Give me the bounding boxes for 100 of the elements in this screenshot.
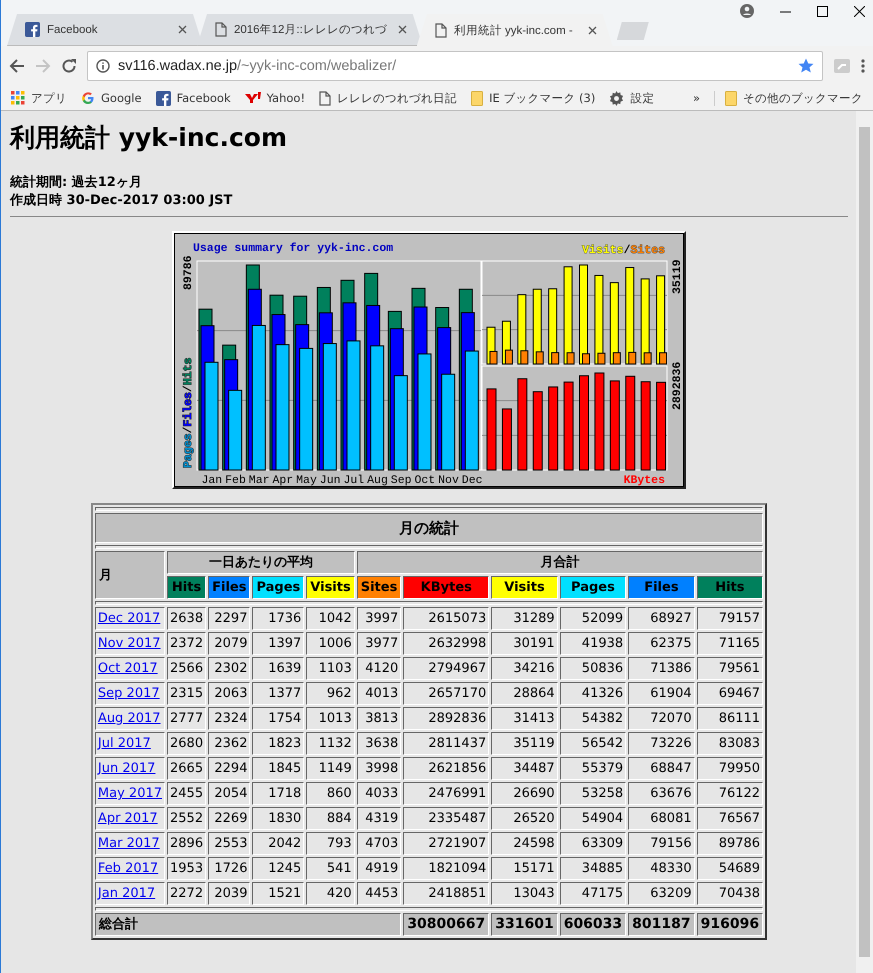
month-label: Feb	[225, 474, 246, 486]
facebook-icon	[25, 22, 40, 37]
total-cell: 801187	[628, 913, 695, 936]
period-text: 統計期間: 過去12ヶ月	[10, 174, 143, 192]
table-cell: 2615073	[403, 607, 490, 630]
yahoo-y-icon	[244, 92, 261, 104]
table-cell: 2657170	[403, 682, 490, 705]
maximize-icon[interactable]	[817, 6, 828, 16]
table-cell: 61904	[628, 682, 695, 705]
table-cell: 884	[306, 807, 355, 830]
bookmark-link[interactable]: 設定	[609, 90, 654, 106]
bookmark-link[interactable]: Google	[81, 91, 142, 105]
browser-tab[interactable]: 利用統計 yyk-inc.com -	[416, 14, 613, 46]
scrollbar-thumb[interactable]	[859, 127, 870, 957]
table-cell: 35119	[491, 732, 558, 755]
bookmark-link[interactable]: Yahoo!	[244, 91, 306, 105]
table-cell: 3998	[356, 757, 402, 780]
table-cell: 2418851	[403, 882, 490, 905]
month-link[interactable]: Aug 2017	[98, 711, 161, 726]
table-cell: 79156	[628, 832, 695, 855]
table-cell: 1397	[252, 632, 304, 655]
table-cell: 68927	[628, 607, 695, 630]
profile-icon[interactable]	[740, 4, 754, 18]
table-cell: 1823	[252, 732, 304, 755]
month-label: Jan	[201, 474, 222, 486]
month-link[interactable]: Jan 2017	[98, 886, 156, 901]
bookmark-link[interactable]: Facebook	[156, 90, 231, 106]
table-cell: 34216	[491, 657, 558, 680]
back-icon[interactable]	[9, 58, 25, 74]
table-cell: 1377	[252, 682, 304, 705]
month-label: Sep	[390, 474, 412, 486]
table-cell: 4013	[356, 682, 402, 705]
month-label: Mar	[248, 474, 270, 486]
address-bar[interactable]: sv116.wadax.ne.jp/~yyk-inc-com/webalizer/	[87, 51, 823, 81]
table-cell: 2063	[208, 682, 250, 705]
bookmark-link[interactable]: IE ブックマーク (3)	[471, 90, 596, 106]
table-cell: 68847	[628, 757, 695, 780]
table-cell: 63676	[628, 782, 695, 805]
close-icon[interactable]	[854, 6, 865, 16]
table-cell: 26690	[491, 782, 558, 805]
month-label: Jun	[320, 474, 341, 486]
table-cell: 54904	[560, 807, 626, 830]
table-cell: 2553	[208, 832, 250, 855]
table-cell: 13043	[491, 882, 558, 905]
table-cell: 3813	[356, 707, 402, 730]
total-cell: 331601	[491, 913, 558, 936]
table-cell: 2315	[167, 682, 206, 705]
table-cell: 4120	[356, 657, 402, 680]
settings-icon	[609, 90, 624, 106]
month-link[interactable]: Nov 2017	[98, 636, 161, 651]
table-title: 月の統計	[94, 513, 764, 543]
month-link[interactable]: May 2017	[98, 786, 162, 801]
table-cell: 63209	[628, 882, 695, 905]
table-cell: 79157	[696, 607, 764, 630]
url-text: sv116.wadax.ne.jp/~yyk-inc-com/webalizer/	[118, 58, 398, 74]
month-link[interactable]: Feb 2017	[98, 861, 158, 876]
reload-icon[interactable]	[61, 58, 77, 74]
folder-icon	[471, 90, 484, 106]
column-header: Pages	[252, 576, 304, 599]
close-icon[interactable]	[588, 26, 597, 34]
table-cell: 62375	[628, 632, 695, 655]
table-cell: 2302	[208, 657, 250, 680]
table-cell: 73226	[628, 732, 695, 755]
month-link[interactable]: Jul 2017	[98, 736, 151, 751]
bookmark-link[interactable]: その他のブックマーク	[714, 90, 863, 106]
bookmark-link[interactable]: アプリ	[11, 90, 67, 106]
scrollbar[interactable]	[856, 111, 873, 973]
folder-icon	[725, 90, 737, 106]
table-cell: 1830	[252, 807, 304, 830]
table-cell: 4319	[356, 807, 402, 830]
table-cell: 1132	[306, 732, 355, 755]
column-header: 一日あたりの平均	[167, 551, 355, 574]
table-cell: 2896	[167, 832, 206, 855]
month-link[interactable]: Apr 2017	[98, 811, 158, 826]
table-cell: 56542	[560, 732, 626, 755]
column-header: Sites	[356, 576, 402, 599]
page-icon	[434, 22, 447, 38]
table-cell: 1149	[306, 757, 355, 780]
table-cell: 4919	[356, 857, 402, 880]
bookmark-link[interactable]: レレレのつれづれ日記	[319, 90, 458, 106]
star-icon[interactable]	[798, 58, 814, 74]
more-bookmarks-button[interactable]: »	[692, 91, 700, 105]
totals-label: 総合計	[94, 913, 402, 936]
month-link[interactable]: Dec 2017	[98, 611, 160, 626]
table-cell: 47175	[560, 882, 626, 905]
month-link[interactable]: Jun 2017	[98, 761, 156, 776]
menu-icon[interactable]	[861, 59, 865, 73]
page-title: 利用統計 yyk-inc.com	[10, 122, 288, 154]
month-link[interactable]: Sep 2017	[98, 686, 160, 701]
total-cell: 606033	[560, 913, 626, 936]
table-cell: 31413	[491, 707, 558, 730]
table-cell: 1013	[306, 707, 355, 730]
month-link[interactable]: Oct 2017	[98, 661, 158, 676]
month-link[interactable]: Mar 2017	[98, 836, 160, 851]
month-label: Jul	[343, 474, 364, 486]
table-cell: 2476991	[403, 782, 490, 805]
column-header: Files	[628, 576, 695, 599]
table-cell: 2324	[208, 707, 250, 730]
table-cell: 2269	[208, 807, 250, 830]
table-cell: 41326	[560, 682, 626, 705]
